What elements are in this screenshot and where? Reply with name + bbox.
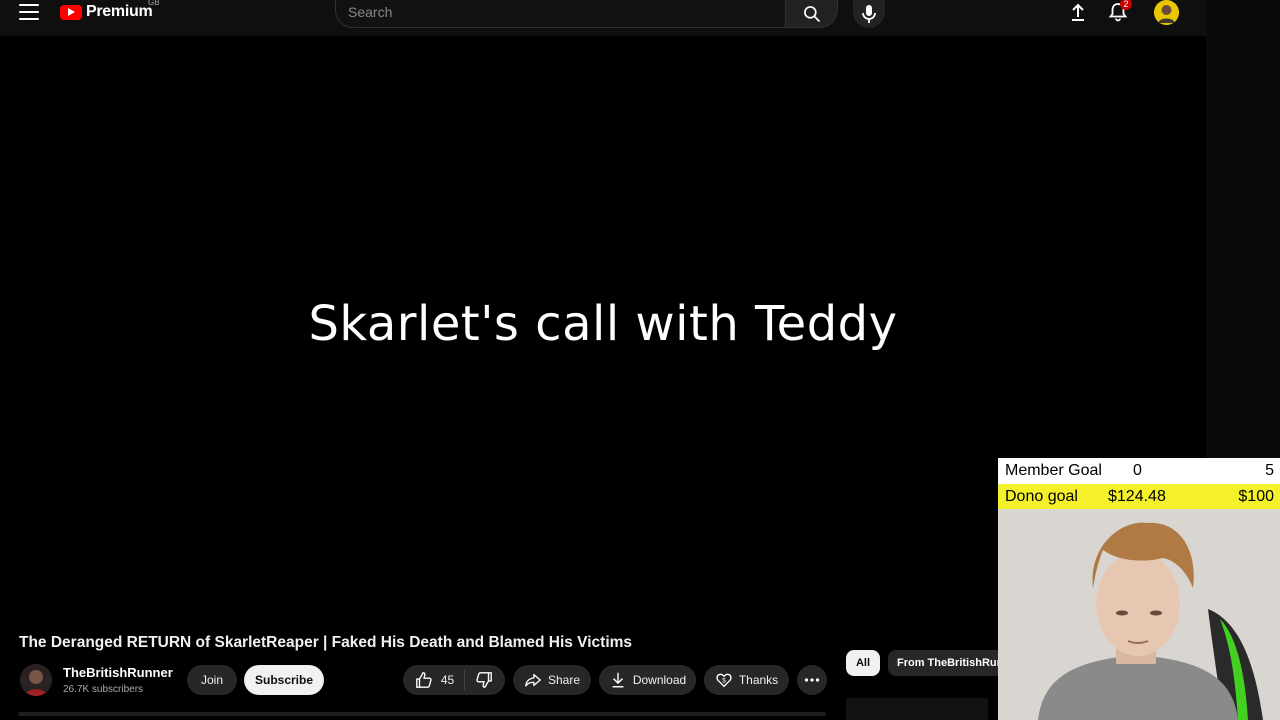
video-caption-text: Skarlet's call with Teddy <box>308 296 898 352</box>
menu-icon[interactable] <box>19 4 39 20</box>
share-button[interactable]: Share <box>513 665 591 695</box>
upload-icon <box>1072 3 1084 21</box>
recommended-video-thumbnail[interactable] <box>846 698 988 720</box>
like-count: 45 <box>440 673 455 687</box>
microphone-icon <box>862 5 876 23</box>
search-input[interactable] <box>348 3 768 21</box>
description-box-top <box>18 712 826 716</box>
channel-name[interactable]: TheBritishRunner <box>63 665 173 680</box>
super-thanks-icon: $ <box>716 673 732 688</box>
dislike-button[interactable] <box>465 665 503 695</box>
account-avatar[interactable] <box>1154 0 1179 25</box>
youtube-play-icon <box>60 4 82 20</box>
thumbs-up-icon <box>415 672 432 688</box>
streamer-webcam-image <box>998 509 1280 720</box>
member-goal-target: 5 <box>1265 462 1274 479</box>
logo-text: Premium <box>86 3 153 20</box>
channel-avatar-icon <box>20 664 52 696</box>
thanks-button[interactable]: $ Thanks <box>704 665 789 695</box>
chip-all[interactable]: All <box>846 650 880 676</box>
dono-goal-target: $100 <box>1238 488 1274 505</box>
thanks-label: Thanks <box>738 673 779 687</box>
member-goal-current: 0 <box>1133 462 1142 479</box>
region-code: GB <box>148 0 160 7</box>
create-upload-button[interactable] <box>1066 0 1090 24</box>
share-icon <box>525 673 541 687</box>
channel-avatar[interactable] <box>20 664 52 696</box>
more-actions-button[interactable] <box>797 665 827 695</box>
like-dislike-group: 45 <box>403 665 505 695</box>
thumbs-down-icon <box>476 672 493 688</box>
right-margin <box>1206 0 1280 460</box>
dono-goal-row: Dono goal $124.48 $100 <box>998 484 1280 509</box>
subscribe-button[interactable]: Subscribe <box>244 665 324 695</box>
download-label: Download <box>632 673 687 687</box>
video-title: The Deranged RETURN of SkarletReaper | F… <box>19 634 633 651</box>
chip-from-channel[interactable]: From TheBritishRunner <box>888 650 998 676</box>
member-goal-row: Member Goal 0 5 <box>998 458 1280 484</box>
search-button[interactable] <box>786 0 838 28</box>
dono-goal-label: Dono goal <box>1005 488 1078 505</box>
search-icon <box>803 6 820 23</box>
svg-text:$: $ <box>722 677 726 684</box>
webcam-feed <box>998 509 1280 720</box>
user-avatar-icon <box>1154 0 1179 25</box>
like-button[interactable]: 45 <box>405 665 464 695</box>
join-button[interactable]: Join <box>187 665 237 695</box>
download-button[interactable]: Download <box>599 665 696 695</box>
download-icon <box>612 672 624 688</box>
member-goal-label: Member Goal <box>1005 462 1102 479</box>
youtube-premium-logo[interactable]: Premium <box>60 1 153 23</box>
dono-goal-current: $124.48 <box>1108 488 1166 505</box>
share-label: Share <box>547 673 581 687</box>
more-horizontal-icon <box>804 678 820 682</box>
subscriber-count: 26.7K subscribers <box>63 684 144 695</box>
